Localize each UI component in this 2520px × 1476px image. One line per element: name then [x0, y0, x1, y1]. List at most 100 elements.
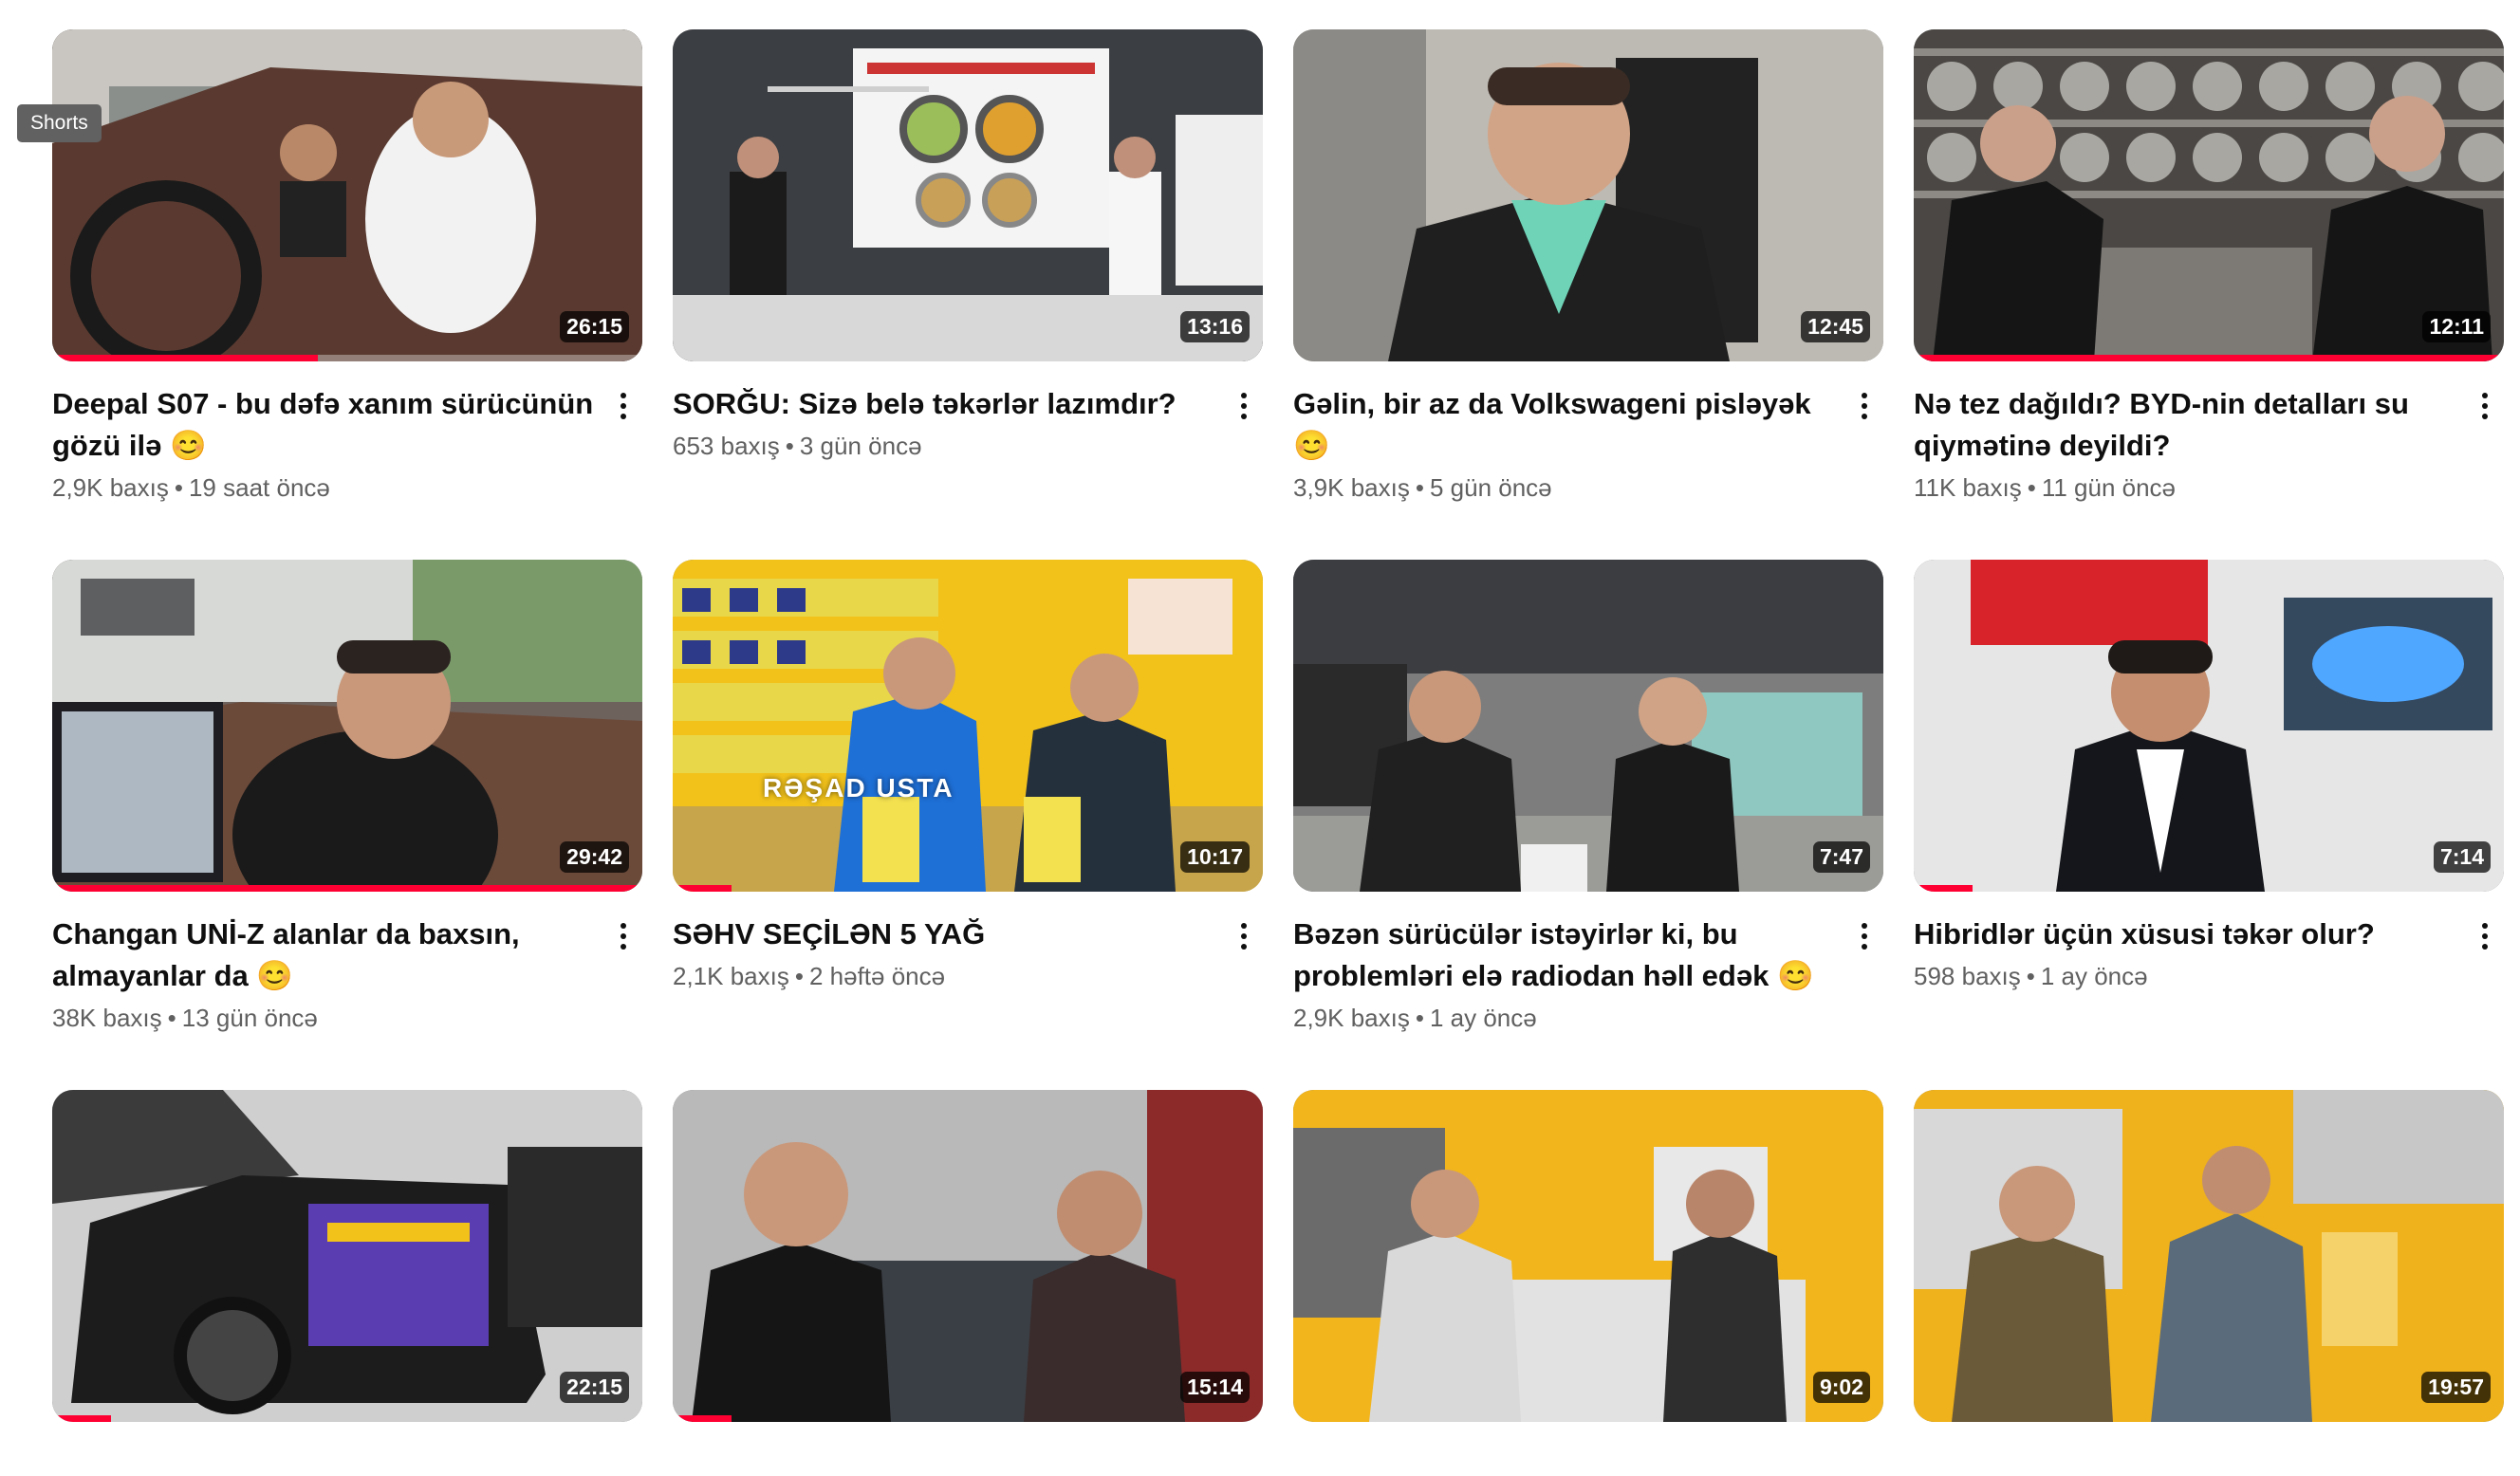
- thumbnail-image: [1293, 29, 1883, 361]
- video-card[interactable]: 19:57: [1914, 1090, 2504, 1422]
- video-text: SƏHV SEÇİLƏN 5 YAĞ 2,1K baxış • 2 həftə ön…: [673, 913, 1263, 994]
- video-card[interactable]: 12:11 Nə tez dağıldı? BYD-nin detalları …: [1914, 29, 2504, 506]
- video-card[interactable]: 12:45 Gəlin, bir az da Volkswageni pislə…: [1293, 29, 1883, 506]
- video-thumbnail[interactable]: 22:15: [52, 1090, 642, 1422]
- duration-badge: 12:11: [2422, 311, 2491, 342]
- video-row: 29:42 Changan UNİ-Z alanlar da baxsın, a…: [52, 560, 2506, 1036]
- duration-badge: 7:47: [1812, 841, 1870, 873]
- video-stats: 598 baxış • 1 ay öncə: [1914, 958, 2458, 994]
- video-card[interactable]: 29:42 Changan UNİ-Z alanlar da baxsın, a…: [52, 560, 642, 1036]
- upload-age: 19 saat öncə: [188, 473, 330, 502]
- upload-age: 13 gün öncə: [181, 1004, 318, 1032]
- video-thumbnail[interactable]: 13:16: [673, 29, 1263, 361]
- more-actions-icon[interactable]: [2474, 385, 2496, 427]
- video-card[interactable]: 22:15: [52, 1090, 642, 1422]
- separator: •: [2027, 473, 2036, 502]
- thumbnail-image: [1293, 560, 1883, 892]
- thumbnail-caption: RƏŞAD USTA: [763, 773, 954, 803]
- watch-progress-bar: [1914, 355, 2504, 361]
- video-thumbnail[interactable]: 19:57: [1914, 1090, 2504, 1422]
- video-stats: 2,9K baxış • 1 ay öncə: [1293, 1000, 1838, 1036]
- video-card[interactable]: 7:14 Hibridlər üçün xüsusi təkər olur? 5…: [1914, 560, 2504, 1036]
- video-card[interactable]: RƏŞAD USTA 10:17 SƏHV SEÇİLƏN 5 YAĞ 2,1K…: [673, 560, 1263, 1036]
- video-details: Hibridlər üçün xüsusi təkər olur? 598 ba…: [1914, 913, 2504, 994]
- video-title[interactable]: Gəlin, bir az da Volkswageni pisləyək 😊: [1293, 383, 1838, 467]
- video-details: Changan UNİ-Z alanlar da baxsın, almayan…: [52, 913, 642, 1036]
- video-thumbnail[interactable]: RƏŞAD USTA 10:17: [673, 560, 1263, 892]
- video-title[interactable]: Changan UNİ-Z alanlar da baxsın, almayan…: [52, 913, 597, 997]
- video-text: Gəlin, bir az da Volkswageni pisləyək 😊 …: [1293, 383, 1883, 506]
- thumbnail-image: [52, 1090, 642, 1422]
- watch-progress-bar: [1914, 885, 1973, 892]
- video-card[interactable]: 7:47 Bəzən sürücülər istəyirlər ki, bu p…: [1293, 560, 1883, 1036]
- video-text: Nə tez dağıldı? BYD-nin detalları su qiy…: [1914, 383, 2504, 506]
- view-count: 11K baxış: [1914, 473, 2022, 502]
- video-thumbnail[interactable]: 7:47: [1293, 560, 1883, 892]
- separator: •: [1415, 1004, 1424, 1032]
- view-count: 38K baxış: [52, 1004, 162, 1032]
- video-card[interactable]: 26:15 Deepal S07 - bu dəfə xanım sürücün…: [52, 29, 642, 506]
- upload-age: 2 həftə öncə: [808, 962, 946, 990]
- separator: •: [167, 1004, 176, 1032]
- video-thumbnail[interactable]: 7:14: [1914, 560, 2504, 892]
- duration-badge: 7:14: [2433, 841, 2491, 873]
- video-text: Hibridlər üçün xüsusi təkər olur? 598 ba…: [1914, 913, 2504, 994]
- thumbnail-image: [1914, 1090, 2504, 1422]
- view-count: 3,9K baxış: [1293, 473, 1410, 502]
- more-actions-icon[interactable]: [1853, 915, 1876, 957]
- video-title[interactable]: Deepal S07 - bu dəfə xanım sürücünün göz…: [52, 383, 597, 467]
- upload-age: 1 ay öncə: [2040, 962, 2148, 990]
- video-thumbnail[interactable]: 29:42: [52, 560, 642, 892]
- duration-badge: 22:15: [560, 1372, 629, 1403]
- video-stats: 2,9K baxış • 19 saat öncə: [52, 470, 597, 506]
- video-grid: 26:15 Deepal S07 - bu dəfə xanım sürücün…: [52, 29, 2506, 1476]
- video-stats: 653 baxış • 3 gün öncə: [673, 428, 1217, 464]
- video-title[interactable]: Bəzən sürücülər istəyirlər ki, bu proble…: [1293, 913, 1838, 997]
- thumbnail-image: [673, 29, 1263, 361]
- video-title[interactable]: SORĞU: Sizə belə təkərlər lazımdır?: [673, 383, 1217, 425]
- watch-progress-bar: [52, 885, 642, 892]
- separator: •: [2026, 962, 2035, 990]
- video-details: Deepal S07 - bu dəfə xanım sürücünün göz…: [52, 383, 642, 506]
- duration-badge: 19:57: [2421, 1372, 2491, 1403]
- video-details: Bəzən sürücülər istəyirlər ki, bu proble…: [1293, 913, 1883, 1036]
- more-actions-icon[interactable]: [2474, 915, 2496, 957]
- video-card[interactable]: 9:02: [1293, 1090, 1883, 1422]
- video-stats: 3,9K baxış • 5 gün öncə: [1293, 470, 1838, 506]
- video-thumbnail[interactable]: 15:14: [673, 1090, 1263, 1422]
- video-title[interactable]: Hibridlər üçün xüsusi təkər olur?: [1914, 913, 2458, 955]
- watch-progress-bar: [52, 1415, 112, 1422]
- view-count: 653 baxış: [673, 432, 780, 460]
- thumbnail-image: [52, 560, 642, 892]
- video-text: SORĞU: Sizə belə təkərlər lazımdır? 653 …: [673, 383, 1263, 464]
- video-stats: 11K baxış • 11 gün öncə: [1914, 470, 2458, 506]
- thumbnail-image: [1293, 1090, 1883, 1422]
- video-thumbnail[interactable]: 12:11: [1914, 29, 2504, 361]
- separator: •: [1415, 473, 1424, 502]
- upload-age: 3 gün öncə: [799, 432, 922, 460]
- video-thumbnail[interactable]: 26:15: [52, 29, 642, 361]
- more-actions-icon[interactable]: [1232, 915, 1255, 957]
- video-row: 22:15 15:14 9:02 19:57: [52, 1090, 2506, 1422]
- video-card[interactable]: 15:14: [673, 1090, 1263, 1422]
- view-count: 2,9K baxış: [1293, 1004, 1410, 1032]
- watch-progress-bar: [673, 1415, 732, 1422]
- video-row: 26:15 Deepal S07 - bu dəfə xanım sürücün…: [52, 29, 2506, 506]
- video-thumbnail[interactable]: 9:02: [1293, 1090, 1883, 1422]
- view-count: 2,1K baxış: [673, 962, 789, 990]
- video-title[interactable]: SƏHV SEÇİLƏN 5 YAĞ: [673, 913, 1217, 955]
- video-thumbnail[interactable]: 12:45: [1293, 29, 1883, 361]
- separator: •: [794, 962, 804, 990]
- thumbnail-image: [673, 1090, 1263, 1422]
- duration-badge: 9:02: [1812, 1372, 1870, 1403]
- more-actions-icon[interactable]: [612, 385, 635, 427]
- more-actions-icon[interactable]: [612, 915, 635, 957]
- video-card[interactable]: 13:16 SORĞU: Sizə belə təkərlər lazımdır…: [673, 29, 1263, 506]
- video-title[interactable]: Nə tez dağıldı? BYD-nin detalları su qiy…: [1914, 383, 2458, 467]
- more-actions-icon[interactable]: [1232, 385, 1255, 427]
- video-details: SƏHV SEÇİLƏN 5 YAĞ 2,1K baxış • 2 həftə ön…: [673, 913, 1263, 994]
- more-actions-icon[interactable]: [1853, 385, 1876, 427]
- duration-badge: 29:42: [560, 841, 629, 873]
- video-text: Changan UNİ-Z alanlar da baxsın, almayan…: [52, 913, 642, 1036]
- video-stats: 2,1K baxış • 2 həftə öncə: [673, 958, 1217, 994]
